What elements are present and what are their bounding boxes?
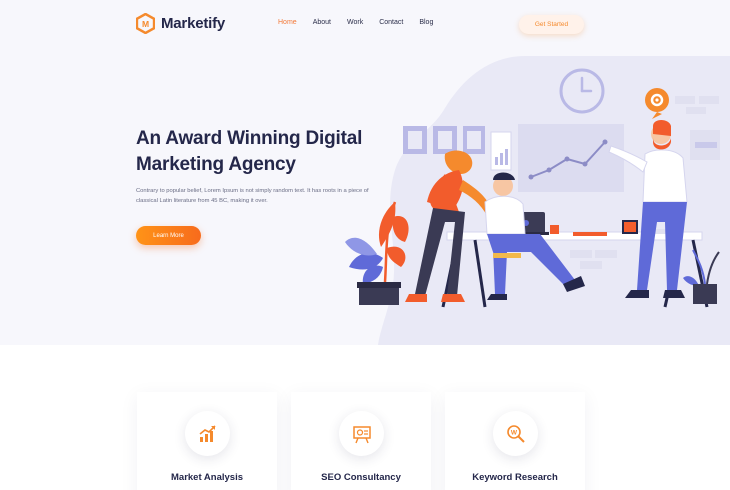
service-card-seo-consultancy[interactable]: SEO Consultancy [291, 392, 431, 490]
nav-work[interactable]: Work [347, 19, 363, 26]
service-card-market-analysis[interactable]: Market Analysis [137, 392, 277, 490]
svg-text:M: M [142, 19, 149, 29]
brand-logo[interactable]: M Marketify [136, 13, 225, 34]
learn-more-button[interactable]: Learn More [136, 226, 201, 245]
hexagon-logo-icon: M [136, 13, 155, 34]
team-working-illustration [345, 68, 720, 308]
service-title: SEO Consultancy [321, 472, 401, 483]
potted-plant-icon [345, 201, 409, 305]
main-nav: Home About Work Contact Blog [278, 19, 449, 26]
get-started-button[interactable]: Get Started [519, 15, 584, 34]
service-title: Keyword Research [472, 472, 558, 483]
service-card-keyword-research[interactable]: W Keyword Research [445, 392, 585, 490]
settings-gear-icon [645, 88, 669, 119]
wall-clock-icon [559, 68, 605, 114]
svg-text:W: W [510, 429, 517, 436]
keyword-search-icon: W [493, 411, 538, 456]
nav-home[interactable]: Home [278, 19, 297, 26]
nav-about[interactable]: About [313, 19, 331, 26]
seo-board-icon [339, 411, 384, 456]
growth-chart-icon [185, 411, 230, 456]
brand-name: Marketify [161, 15, 226, 32]
nav-contact[interactable]: Contact [379, 19, 403, 26]
nav-blog[interactable]: Blog [419, 19, 433, 26]
hero-section: M Marketify Home About Work Contact Blog… [0, 0, 730, 345]
service-title: Market Analysis [171, 472, 243, 483]
